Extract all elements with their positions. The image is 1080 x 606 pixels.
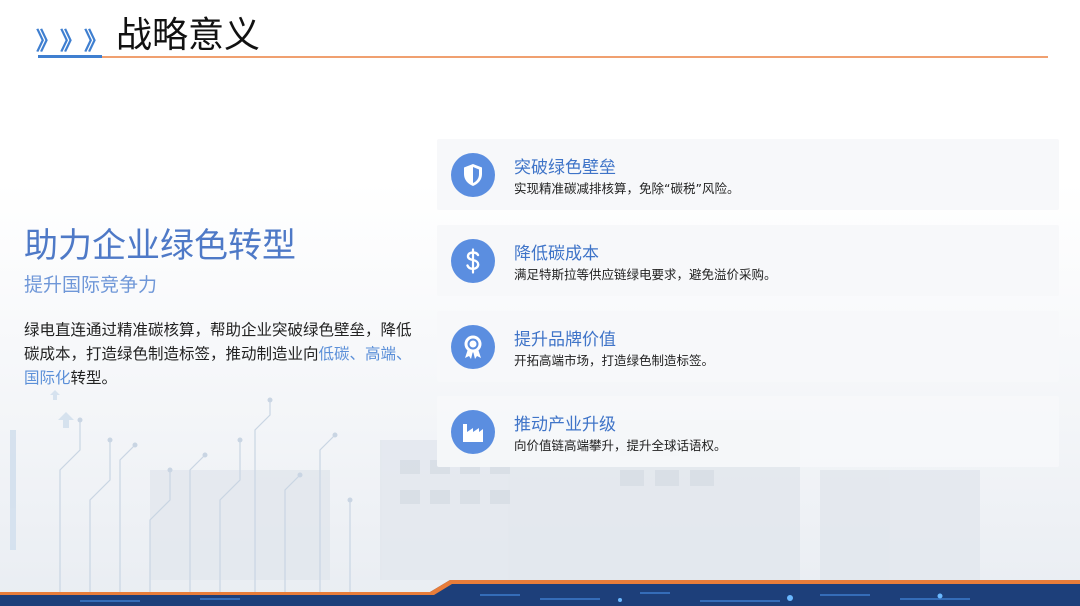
slide: 》 》 》 战略意义 助力企业绿色转型 提升国际竞争力 绿电直连通过精准碳核算，… — [0, 0, 1080, 606]
card-title: 推动产业升级 — [514, 415, 616, 435]
card-industry-upgrade: 推动产业升级 向价值链高端攀升，提升全球话语权。 — [437, 396, 1059, 467]
award-icon — [464, 335, 482, 359]
factory-icon — [463, 424, 483, 442]
card-title: 提升品牌价值 — [514, 330, 616, 350]
chevron-right-icon: 》 — [84, 27, 108, 55]
card-reduce-cost: 降低碳成本 满足特斯拉等供应链绿电要求，避免溢价采购。 — [437, 225, 1059, 296]
header-divider-line — [102, 56, 1048, 58]
shield-icon — [464, 164, 482, 186]
card-green-barrier: 突破绿色壁垒 实现精准碳减排核算，免除“碳税”风险。 — [437, 139, 1059, 210]
chevron-right-icon: 》 — [36, 27, 60, 55]
card-icon — [451, 325, 495, 369]
card-text: 实现精准碳减排核算，免除“碳税”风险。 — [514, 181, 740, 196]
background-illustration — [10, 390, 980, 600]
card-icon — [451, 410, 495, 454]
section-title: 助力企业绿色转型 — [24, 226, 296, 266]
card-title: 降低碳成本 — [514, 244, 599, 264]
header-chevrons: 》 》 》 — [36, 26, 108, 56]
description-text-end: 转型。 — [70, 369, 118, 387]
card-icon — [451, 153, 495, 197]
dollar-icon — [466, 248, 480, 274]
section-description: 绿电直连通过精准碳核算，帮助企业突破绿色壁垒，降低碳成本，打造绿色制造标签，推动… — [24, 318, 414, 390]
section-subtitle: 提升国际竞争力 — [24, 274, 158, 296]
header-accent-line — [38, 55, 102, 58]
card-icon — [451, 239, 495, 283]
page-title: 战略意义 — [116, 15, 261, 56]
card-text: 满足特斯拉等供应链绿电要求，避免溢价采购。 — [514, 267, 777, 282]
card-brand-value: 提升品牌价值 开拓高端市场，打造绿色制造标签。 — [437, 311, 1059, 382]
bottom-decoration-bar — [0, 580, 1080, 606]
card-text: 向价值链高端攀升，提升全球话语权。 — [514, 438, 727, 453]
chevron-right-icon: 》 — [60, 27, 84, 55]
card-text: 开拓高端市场，打造绿色制造标签。 — [514, 353, 715, 368]
card-title: 突破绿色壁垒 — [514, 158, 616, 178]
